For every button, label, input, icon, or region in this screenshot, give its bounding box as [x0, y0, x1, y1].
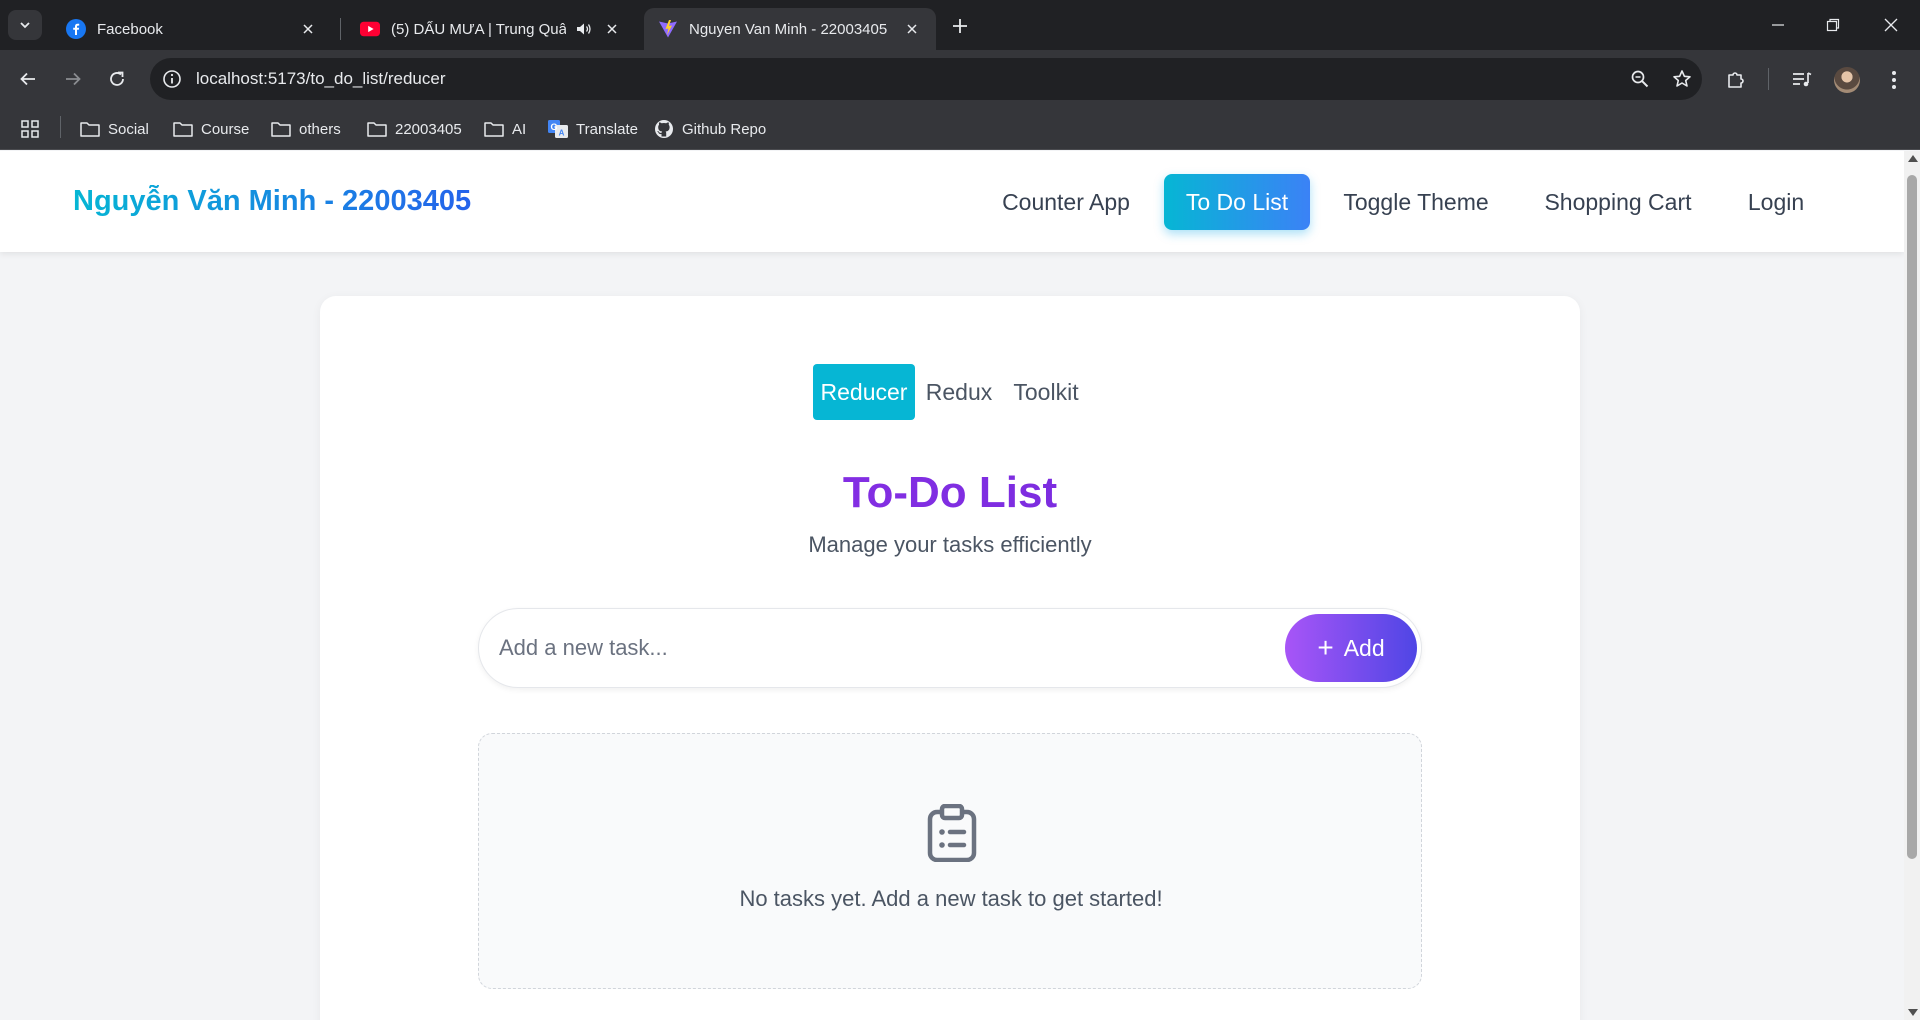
folder-icon	[80, 120, 100, 138]
restore-icon	[1826, 18, 1840, 32]
puzzle-icon	[1728, 72, 1744, 88]
music-queue-icon	[1793, 72, 1812, 87]
plus-icon	[953, 19, 967, 33]
zoom-icon[interactable]	[1630, 69, 1650, 89]
youtube-icon	[360, 19, 380, 39]
close-tab-icon[interactable]	[298, 19, 318, 39]
tab-title: Nguyen Van Minh - 22003405	[689, 20, 888, 38]
page-title: To-Do List	[320, 468, 1580, 518]
scroll-down-arrow-icon[interactable]	[1908, 1009, 1918, 1016]
minimize-icon	[1772, 24, 1784, 26]
folder-icon	[367, 120, 387, 138]
svg-text:A: A	[559, 129, 565, 138]
nav-to-do-list[interactable]: To Do List	[1164, 174, 1310, 230]
bookmark-label: Social	[108, 120, 149, 138]
star-icon[interactable]	[1672, 69, 1692, 89]
empty-state: No tasks yet. Add a new task to get star…	[478, 733, 1422, 989]
tab-redux[interactable]: Redux	[920, 364, 998, 420]
reload-icon	[110, 71, 124, 86]
clipboard-list-icon	[927, 804, 977, 862]
tab-divider	[340, 18, 341, 40]
media-control-button[interactable]	[1788, 66, 1816, 94]
tab-title: (5) DẤU MƯA | Trung Quân	[391, 20, 566, 38]
page-subtitle: Manage your tasks efficiently	[808, 532, 1092, 557]
add-task-label: Add	[1343, 634, 1385, 661]
url-text[interactable]: localhost:5173/to_do_list/reducer	[196, 69, 446, 89]
nav-counter-app[interactable]: Counter App	[980, 174, 1152, 230]
nav-login[interactable]: Login	[1730, 174, 1822, 230]
bookmarks-divider	[60, 116, 61, 138]
folder-icon	[173, 120, 193, 138]
bookmark-folder-ai[interactable]: AI	[484, 116, 526, 142]
forward-button[interactable]	[58, 64, 88, 94]
bookmark-folder-others[interactable]: others	[271, 116, 341, 142]
profile-avatar[interactable]	[1834, 67, 1860, 93]
nav-shopping-cart[interactable]: Shopping Cart	[1528, 174, 1708, 230]
browser-toolbar: localhost:5173/to_do_list/reducer	[0, 50, 1920, 108]
bookmark-github-repo[interactable]: Github Repo	[654, 116, 766, 142]
close-icon	[1884, 18, 1898, 32]
close-tab-icon[interactable]	[602, 19, 622, 39]
tab-reducer[interactable]: Reducer	[813, 364, 915, 420]
bookmark-folder-course[interactable]: Course	[173, 116, 249, 142]
vite-icon	[658, 19, 678, 39]
new-task-input[interactable]	[499, 623, 1259, 673]
empty-state-text: No tasks yet. Add a new task to get star…	[739, 886, 1163, 911]
browser-tab-bar: Facebook (5) DẤU MƯA | Trung Quân Nguyen…	[0, 0, 1920, 50]
arrow-left-icon	[20, 72, 35, 86]
scroll-up-arrow-icon[interactable]	[1908, 155, 1918, 162]
folder-icon	[271, 120, 291, 138]
close-window-button[interactable]	[1871, 10, 1911, 40]
facebook-icon	[66, 19, 86, 39]
address-bar[interactable]: localhost:5173/to_do_list/reducer	[150, 58, 1702, 100]
toolbar-divider	[1768, 68, 1769, 90]
tab-search-button[interactable]	[8, 10, 42, 40]
reload-button[interactable]	[102, 64, 132, 94]
svg-text:G: G	[550, 122, 557, 132]
page-viewport: Nguyễn Văn Minh - 22003405 Counter App T…	[0, 151, 1904, 1020]
bookmark-label: Translate	[576, 120, 638, 138]
tab-toolkit[interactable]: Toolkit	[1004, 364, 1088, 420]
add-task-button[interactable]: + Add	[1285, 614, 1417, 682]
restore-button[interactable]	[1813, 10, 1853, 40]
google-translate-icon: GA	[548, 120, 568, 138]
apps-button[interactable]	[20, 116, 48, 142]
plus-icon: +	[1317, 632, 1334, 663]
bookmark-label: AI	[512, 120, 527, 138]
browser-tab-facebook[interactable]: Facebook	[52, 8, 332, 50]
chevron-down-icon	[20, 22, 30, 29]
apps-grid-icon	[20, 120, 40, 138]
bookmark-label: Github Repo	[682, 120, 767, 138]
arrow-right-icon	[66, 72, 81, 86]
bookmark-label: 22003405	[395, 120, 462, 138]
scroll-thumb[interactable]	[1907, 175, 1917, 859]
browser-tab-active[interactable]: Nguyen Van Minh - 22003405	[644, 8, 936, 50]
bookmark-label: Course	[201, 120, 250, 138]
todo-card: Reducer Redux Toolkit To-Do List Manage …	[320, 296, 1580, 1020]
bookmarks-bar: Social Course others 22003405 AI GA Tran…	[0, 108, 1920, 150]
page-scrollbar[interactable]	[1904, 151, 1920, 1020]
site-info-icon[interactable]	[162, 69, 182, 89]
app-navbar: Nguyễn Văn Minh - 22003405 Counter App T…	[0, 151, 1904, 252]
brand-title[interactable]: Nguyễn Văn Minh - 22003405	[73, 185, 471, 218]
folder-icon	[484, 120, 504, 138]
browser-tab-youtube[interactable]: (5) DẤU MƯA | Trung Quân	[346, 8, 636, 50]
bookmark-folder-22003405[interactable]: 22003405	[367, 116, 462, 142]
tab-title: Facebook	[97, 20, 163, 38]
github-icon	[654, 120, 674, 138]
browser-menu-button[interactable]	[1880, 66, 1908, 94]
new-task-form: + Add	[478, 608, 1422, 688]
close-tab-icon[interactable]	[902, 19, 922, 39]
new-tab-button[interactable]	[946, 12, 974, 40]
bookmark-folder-social[interactable]: Social	[80, 116, 149, 142]
minimize-button[interactable]	[1758, 10, 1798, 40]
more-vertical-icon	[1892, 71, 1896, 89]
bookmark-translate[interactable]: GA Translate	[548, 116, 638, 142]
bookmark-label: others	[299, 120, 341, 138]
back-button[interactable]	[13, 64, 43, 94]
extensions-button[interactable]	[1722, 66, 1750, 94]
nav-toggle-theme[interactable]: Toggle Theme	[1328, 174, 1504, 230]
speaker-icon[interactable]	[574, 19, 594, 39]
